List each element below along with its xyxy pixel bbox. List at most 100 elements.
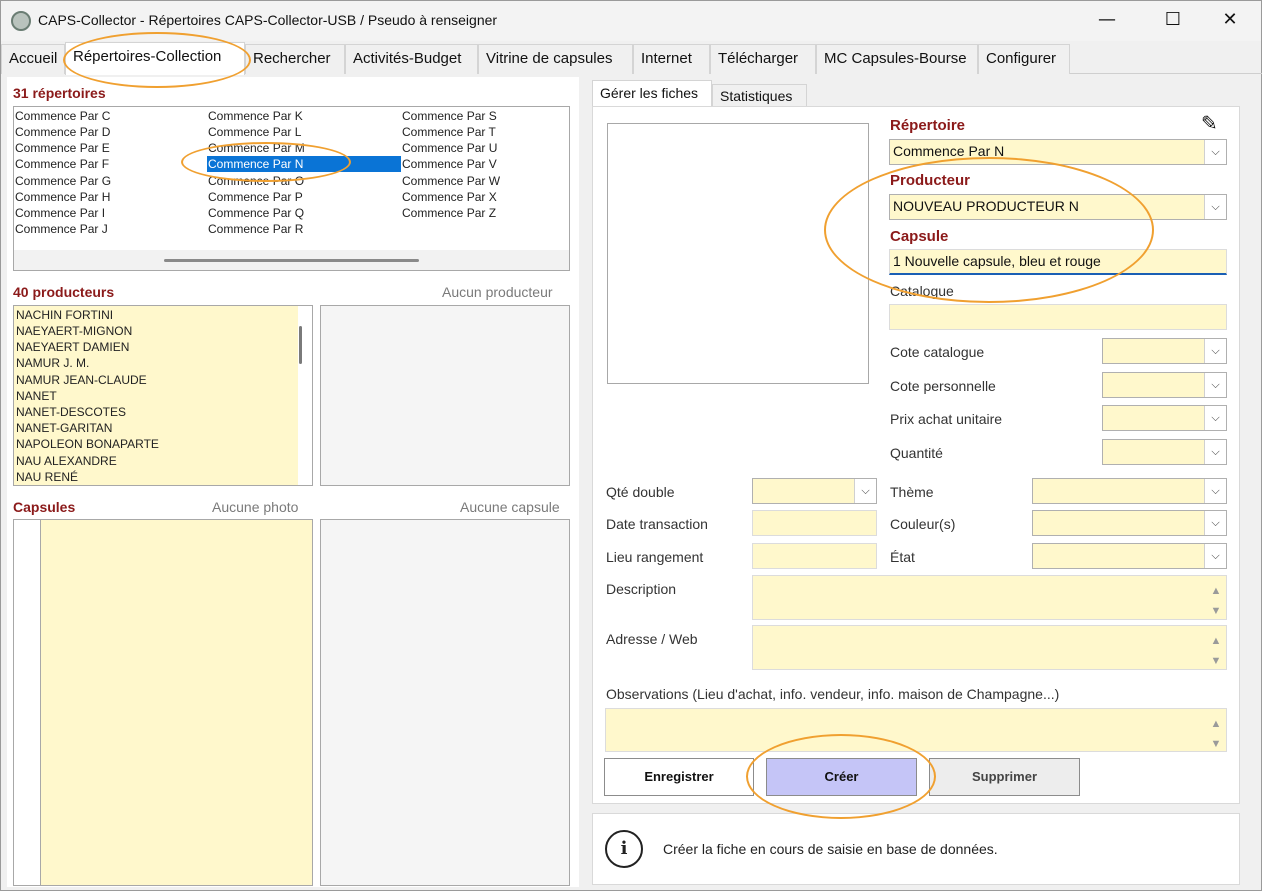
theme-dropdown[interactable]: ⌵ bbox=[1032, 478, 1227, 504]
repertoire-item[interactable]: Commence Par T bbox=[401, 124, 496, 140]
cote-catalogue-dropdown[interactable]: ⌵ bbox=[1102, 338, 1227, 364]
chevron-down-icon[interactable]: ⌵ bbox=[1204, 406, 1226, 430]
title-bar: CAPS-Collector - Répertoires CAPS-Collec… bbox=[1, 1, 1261, 41]
close-button[interactable]: ✕ bbox=[1207, 5, 1253, 37]
prix-achat-dropdown[interactable]: ⌵ bbox=[1102, 405, 1227, 431]
chevron-down-icon[interactable]: ⌵ bbox=[854, 479, 876, 503]
chevron-down-icon[interactable]: ⌵ bbox=[1204, 339, 1226, 363]
repertoire-item[interactable]: Commence Par X bbox=[401, 189, 497, 205]
repertoire-item[interactable]: Commence Par R bbox=[207, 221, 303, 237]
repertoire-item[interactable]: Commence Par W bbox=[401, 173, 500, 189]
chevron-down-icon[interactable]: ⌵ bbox=[1204, 195, 1226, 219]
chevron-down-icon[interactable]: ⌵ bbox=[1204, 140, 1226, 164]
scroll-down-icon[interactable]: ▼ bbox=[1208, 650, 1224, 669]
minimize-button[interactable]: — bbox=[1084, 5, 1130, 37]
tab-activites-budget[interactable]: Activités-Budget bbox=[345, 44, 478, 74]
repertoire-item[interactable]: Commence Par O bbox=[207, 173, 304, 189]
chevron-down-icon[interactable]: ⌵ bbox=[1204, 479, 1226, 503]
repertoire-item[interactable]: Commence Par L bbox=[207, 124, 301, 140]
scroll-down-icon[interactable]: ▼ bbox=[1208, 600, 1224, 619]
repertoire-item[interactable]: Commence Par Q bbox=[207, 205, 304, 221]
maximize-button[interactable]: ☐ bbox=[1150, 5, 1196, 37]
repertoire-item[interactable]: Commence Par D bbox=[14, 124, 110, 140]
repertoire-item[interactable]: Commence Par G bbox=[14, 173, 111, 189]
tab-accueil[interactable]: Accueil bbox=[1, 44, 65, 74]
repertoire-item[interactable]: Commence Par U bbox=[401, 140, 497, 156]
tab-gerer-fiches[interactable]: Gérer les fiches bbox=[592, 80, 712, 108]
etat-dropdown[interactable]: ⌵ bbox=[1032, 543, 1227, 569]
supprimer-button[interactable]: Supprimer bbox=[929, 758, 1080, 796]
producteur-item[interactable]: NAEYAERT-MIGNON bbox=[16, 323, 132, 339]
repertoire-item[interactable]: Commence Par K bbox=[207, 108, 303, 124]
status-message: Créer la fiche en cours de saisie en bas… bbox=[663, 841, 998, 857]
tab-configurer[interactable]: Configurer bbox=[978, 44, 1070, 74]
date-transaction-input[interactable] bbox=[752, 510, 877, 536]
cote-catalogue-label: Cote catalogue bbox=[890, 344, 985, 360]
horizontal-scrollbar[interactable] bbox=[14, 250, 569, 270]
tab-internet[interactable]: Internet bbox=[633, 44, 710, 74]
chevron-down-icon[interactable]: ⌵ bbox=[1204, 440, 1226, 464]
tab-mc-capsules-bourse[interactable]: MC Capsules-Bourse bbox=[816, 44, 978, 74]
qte-double-dropdown[interactable]: ⌵ bbox=[752, 478, 877, 504]
producteur-dropdown[interactable]: NOUVEAU PRODUCTEUR N ⌵ bbox=[889, 194, 1227, 220]
capsules-list[interactable] bbox=[13, 519, 313, 886]
repertoire-item[interactable]: Commence Par P bbox=[207, 189, 303, 205]
scroll-up-icon[interactable]: ▲ bbox=[1208, 630, 1224, 652]
chevron-down-icon[interactable]: ⌵ bbox=[1204, 373, 1226, 397]
observations-input[interactable]: ▲ ▼ bbox=[605, 708, 1227, 752]
producteur-item[interactable]: NANET-GARITAN bbox=[16, 420, 112, 436]
adresse-web-input[interactable]: ▲ ▼ bbox=[752, 625, 1227, 670]
tab-telecharger[interactable]: Télécharger bbox=[710, 44, 816, 74]
scroll-up-icon[interactable]: ▲ bbox=[1208, 580, 1224, 602]
cote-personnelle-label: Cote personnelle bbox=[890, 378, 996, 394]
repertoire-item[interactable]: Commence Par E bbox=[14, 140, 110, 156]
tab-vitrine[interactable]: Vitrine de capsules bbox=[478, 44, 633, 74]
producteur-item[interactable]: NAMUR JEAN-CLAUDE bbox=[16, 372, 147, 388]
repertoire-item[interactable]: Commence Par Z bbox=[401, 205, 496, 221]
enregistrer-button[interactable]: Enregistrer bbox=[604, 758, 754, 796]
theme-label: Thème bbox=[890, 484, 934, 500]
repertoire-item[interactable]: Commence Par M bbox=[207, 140, 305, 156]
repertoire-item[interactable]: Commence Par F bbox=[14, 156, 109, 172]
creer-button[interactable]: Créer bbox=[766, 758, 917, 796]
repertoire-item[interactable]: Commence Par V bbox=[401, 156, 497, 172]
scroll-up-icon[interactable]: ▲ bbox=[1208, 713, 1224, 735]
producteur-item[interactable]: NAPOLEON BONAPARTE bbox=[16, 436, 159, 452]
chevron-down-icon[interactable]: ⌵ bbox=[1204, 544, 1226, 568]
producteur-item[interactable]: NAMUR J. M. bbox=[16, 355, 89, 371]
producteur-item[interactable]: NACHIN FORTINI bbox=[16, 307, 113, 323]
producteur-item[interactable]: NAEYAERT DAMIEN bbox=[16, 339, 129, 355]
producteur-item[interactable]: NAU RENÉ bbox=[16, 469, 78, 485]
tab-statistiques[interactable]: Statistiques bbox=[712, 84, 807, 107]
producteur-item[interactable]: NANET bbox=[16, 388, 57, 404]
couleurs-label: Couleur(s) bbox=[890, 516, 956, 532]
couleurs-dropdown[interactable]: ⌵ bbox=[1032, 510, 1227, 536]
app-window: CAPS-Collector - Répertoires CAPS-Collec… bbox=[0, 0, 1262, 891]
producteur-detail-box bbox=[320, 305, 570, 486]
repertoire-item[interactable]: Commence Par C bbox=[14, 108, 110, 124]
repertoire-item[interactable]: Commence Par I bbox=[14, 205, 105, 221]
capsule-image-box[interactable] bbox=[607, 123, 869, 384]
chevron-down-icon[interactable]: ⌵ bbox=[1204, 511, 1226, 535]
scrollbar-thumb[interactable] bbox=[164, 259, 419, 262]
edit-pencil-icon[interactable]: ✎ bbox=[1201, 111, 1218, 135]
no-capsule-hint: Aucune capsule bbox=[460, 499, 560, 515]
tab-rechercher[interactable]: Rechercher bbox=[245, 44, 345, 74]
cote-personnelle-dropdown[interactable]: ⌵ bbox=[1102, 372, 1227, 398]
producteur-item[interactable]: NAU ALEXANDRE bbox=[16, 453, 117, 469]
repertoire-dropdown[interactable]: Commence Par N ⌵ bbox=[889, 139, 1227, 165]
producteur-item[interactable]: NANET-DESCOTES bbox=[16, 404, 126, 420]
repertoire-item-selected[interactable]: Commence Par N bbox=[207, 156, 401, 172]
repertoire-item[interactable]: Commence Par H bbox=[14, 189, 110, 205]
quantite-dropdown[interactable]: ⌵ bbox=[1102, 439, 1227, 465]
lieu-rangement-input[interactable] bbox=[752, 543, 877, 569]
repertoire-item[interactable]: Commence Par J bbox=[14, 221, 108, 237]
scroll-down-icon[interactable]: ▼ bbox=[1208, 733, 1224, 751]
capsules-list-area[interactable] bbox=[40, 520, 312, 885]
catalogue-input[interactable] bbox=[889, 304, 1227, 330]
capsule-input[interactable]: 1 Nouvelle capsule, bleu et rouge bbox=[889, 249, 1227, 275]
description-input[interactable]: ▲ ▼ bbox=[752, 575, 1227, 620]
producteurs-scrollbar-thumb[interactable] bbox=[299, 326, 302, 364]
repertoire-item[interactable]: Commence Par S bbox=[401, 108, 497, 124]
tab-repertoires-collection[interactable]: Répertoires-Collection bbox=[65, 42, 245, 75]
